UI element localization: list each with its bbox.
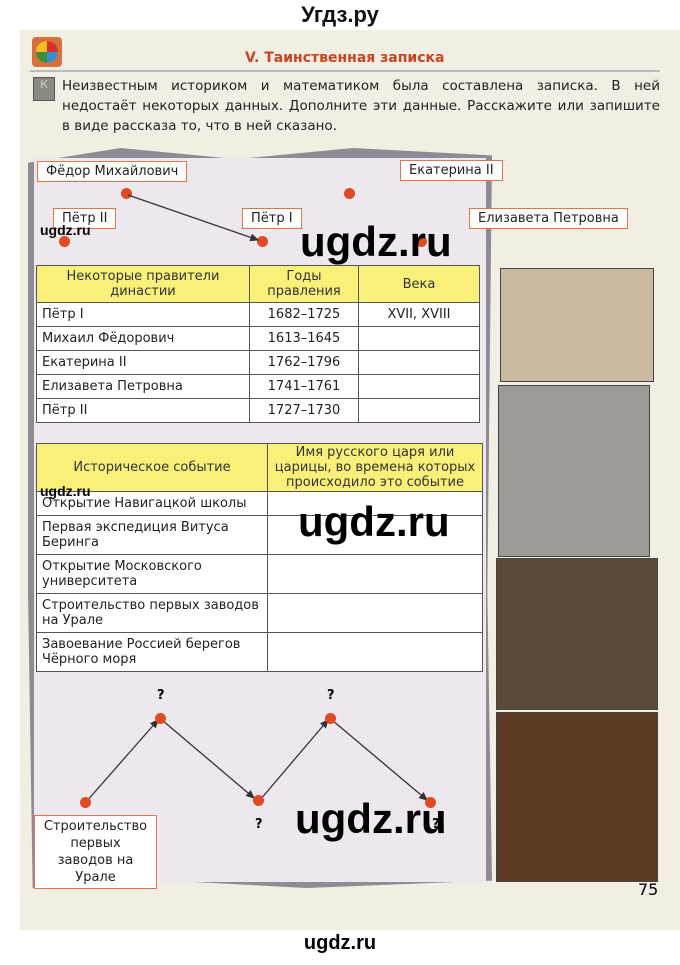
header-cell: Века	[358, 265, 480, 303]
table-row: Строительство первых заводов на Урале	[36, 593, 483, 633]
question-mark: ?	[327, 688, 335, 703]
page-number: 75	[638, 880, 659, 899]
table-row: Михаил Фёдорович 1613–1645	[36, 326, 480, 351]
rulers-table: Некоторые правители династии Годы правлен…	[36, 265, 480, 423]
watermark: ugdz.ru	[298, 498, 450, 545]
dot	[253, 795, 264, 806]
header-cell: Некоторые правители династии	[36, 265, 250, 303]
table-row: Завоевание Россией берегов Чёрного моря	[36, 632, 483, 672]
question-mark: ?	[255, 817, 263, 832]
watermark: ugdz.ru	[300, 218, 452, 265]
watermark: ugdz.ru	[40, 222, 91, 238]
table-row: Пётр I 1682–1725 XVII, XVIII	[36, 302, 480, 327]
events-table: Историческое событие Имя русского царя ил…	[36, 443, 483, 672]
header-cell: Имя русского царя или царицы, во времена…	[267, 443, 483, 492]
dot	[155, 713, 166, 724]
dot	[80, 797, 91, 808]
question-mark: ?	[157, 688, 165, 703]
table-row: Елизавета Петровна 1741–1761	[36, 374, 480, 399]
table-row: Екатерина II 1762–1796	[36, 350, 480, 375]
table-row: Пётр II 1727–1730	[36, 398, 480, 423]
watermark: ugdz.ru	[40, 483, 91, 499]
header-cell: Годы правления	[249, 265, 359, 303]
table-row: Открытие Московского университета	[36, 554, 483, 594]
dot	[325, 713, 336, 724]
footer-watermark: ugdz.ru	[303, 932, 377, 954]
event-box: Строительство первых заводов на Урале	[34, 815, 157, 889]
watermark: ugdz.ru	[295, 795, 447, 842]
